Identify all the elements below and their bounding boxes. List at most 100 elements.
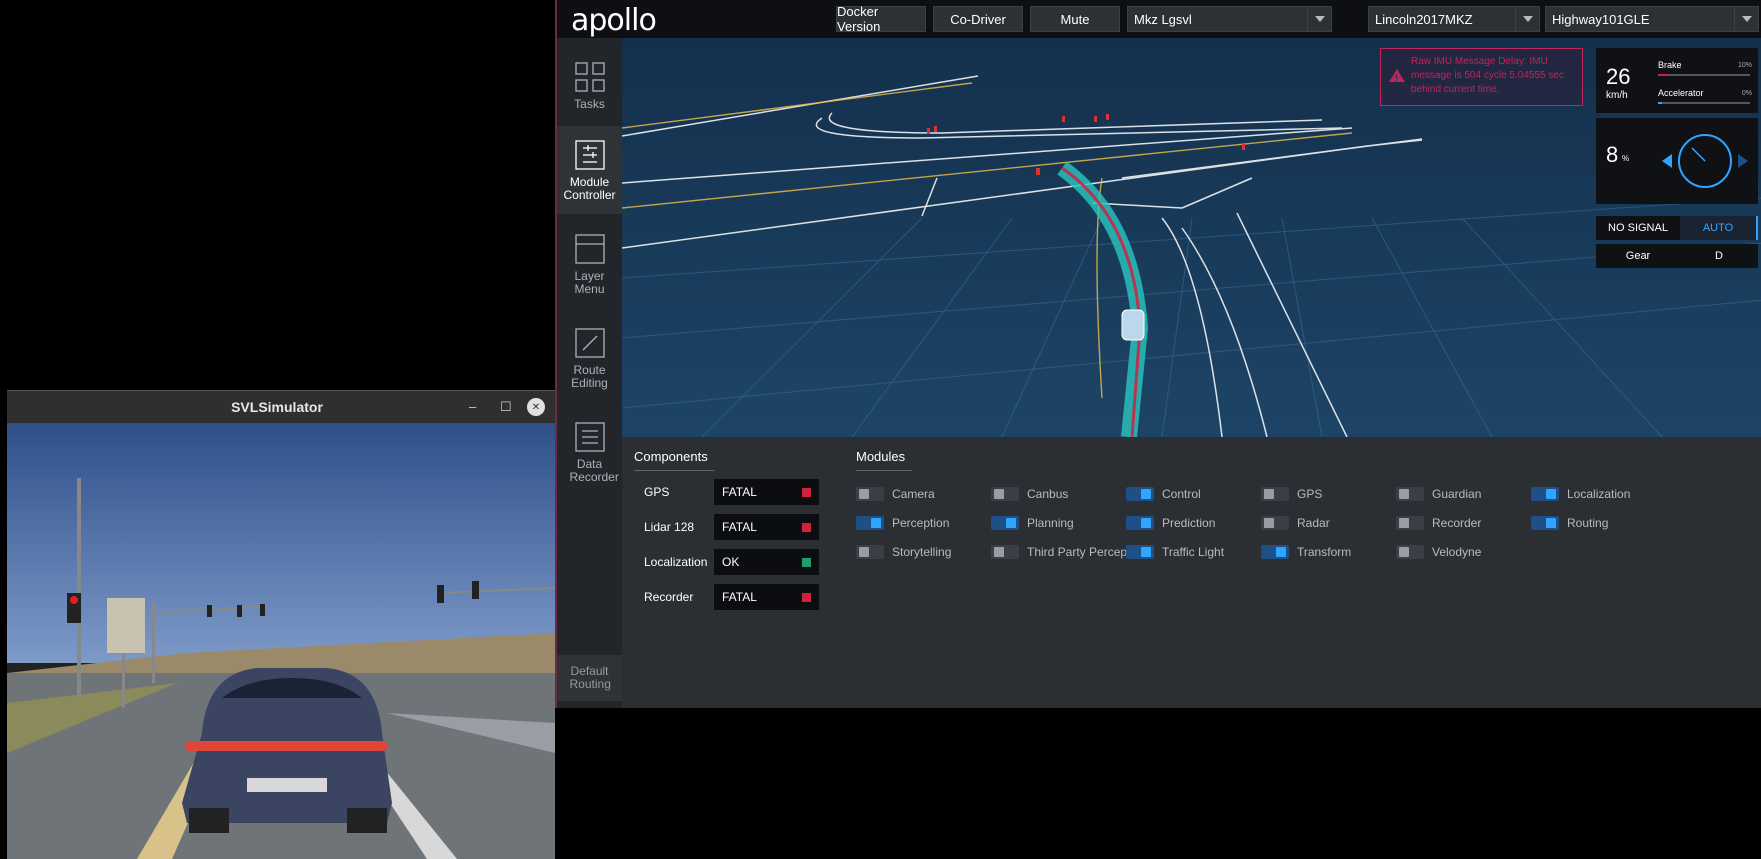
module-toggle-canbus[interactable]: Canbus [991, 485, 1068, 503]
toggle-switch[interactable] [1396, 516, 1424, 530]
default-routing-button[interactable]: Default Routing [557, 655, 622, 701]
map-select[interactable]: Highway101GLE [1545, 6, 1759, 32]
module-toggle-transform[interactable]: Transform [1261, 543, 1351, 561]
toggle-switch[interactable] [1396, 545, 1424, 559]
sidebar: Tasks Module Controller Layer Menu Route… [557, 38, 622, 708]
module-label: Control [1162, 487, 1201, 501]
ego-vehicle [1121, 309, 1145, 341]
sidebar-item-data-recorder[interactable]: Data Recorder [557, 408, 622, 496]
3d-scene-view[interactable]: Raw IMU Message Delay: IMU message is 50… [622, 38, 1761, 437]
status-indicator [802, 558, 811, 567]
module-toggle-guardian[interactable]: Guardian [1396, 485, 1481, 503]
toggle-switch[interactable] [856, 516, 884, 530]
module-toggle-perception[interactable]: Perception [856, 514, 949, 532]
sidebar-item-tasks[interactable]: Tasks [557, 48, 622, 136]
component-status-text: FATAL [722, 485, 757, 499]
toggle-switch[interactable] [991, 487, 1019, 501]
module-controller-panel: Components GPS FATAL Lidar 128 FATAL Loc… [622, 437, 1761, 708]
chevron-down-icon [1734, 7, 1758, 31]
svl-title-bar[interactable]: SVLSimulator – ☐ ✕ [7, 390, 555, 423]
component-status-text: FATAL [722, 590, 757, 604]
component-status: FATAL [714, 479, 819, 505]
close-icon[interactable]: ✕ [527, 398, 545, 416]
minimize-icon[interactable]: – [469, 399, 476, 414]
sidebar-item-label: Data Recorder [569, 457, 619, 484]
toggle-switch[interactable] [856, 545, 884, 559]
module-label: GPS [1297, 487, 1323, 501]
status-indicator [802, 488, 811, 497]
toggle-switch[interactable] [991, 516, 1019, 530]
module-label: Traffic Light [1162, 545, 1225, 559]
vehicle-select-value: Lincoln2017MKZ [1375, 11, 1473, 27]
route-icon [574, 328, 605, 358]
toggle-switch[interactable] [1126, 545, 1154, 559]
component-name: Localization [644, 555, 708, 569]
module-label: Camera [892, 487, 935, 501]
module-toggle-recorder[interactable]: Recorder [1396, 514, 1481, 532]
map-select-value: Highway101GLE [1552, 11, 1650, 27]
module-toggle-velodyne[interactable]: Velodyne [1396, 543, 1481, 561]
module-toggle-third-party-perception[interactable]: Third Party Perception [991, 543, 1146, 561]
mode-select-value: Mkz Lgsvl [1134, 11, 1192, 27]
scene-render [622, 38, 1761, 437]
steering-wheel-icon [1662, 134, 1748, 188]
module-label: Guardian [1432, 487, 1482, 501]
toggle-switch[interactable] [1126, 516, 1154, 530]
module-label: Prediction [1162, 516, 1216, 530]
sidebar-item-module-controller[interactable]: Module Controller [557, 126, 622, 214]
module-toggle-gps[interactable]: GPS [1261, 485, 1322, 503]
sidebar-item-route-editing[interactable]: Route Editing [557, 314, 622, 402]
toggle-switch[interactable] [991, 545, 1019, 559]
toggle-switch[interactable] [1531, 516, 1559, 530]
gear-value: D [1715, 250, 1723, 262]
dreamview-window: apollo Docker Version Co-Driver Mute Mkz… [555, 0, 1761, 708]
maximize-icon[interactable]: ☐ [500, 399, 512, 415]
mode-select[interactable]: Mkz Lgsvl [1127, 6, 1332, 32]
toggle-switch[interactable] [856, 487, 884, 501]
module-toggle-storytelling[interactable]: Storytelling [856, 543, 951, 561]
sidebar-item-layer-menu[interactable]: Layer Menu [557, 220, 622, 308]
top-header: apollo Docker Version Co-Driver Mute Mkz… [557, 0, 1761, 38]
toggle-switch[interactable] [1531, 487, 1559, 501]
module-toggle-control[interactable]: Control [1126, 485, 1201, 503]
chevron-down-icon [1307, 7, 1331, 31]
module-label: Velodyne [1432, 545, 1482, 559]
toggle-switch[interactable] [1261, 487, 1289, 501]
component-status: FATAL [714, 514, 819, 540]
toggle-switch[interactable] [1261, 516, 1289, 530]
accelerator-value: 0% [1741, 90, 1752, 97]
simulator-camera-view[interactable] [7, 423, 555, 859]
alert-text: Raw IMU Message Delay: IMU message is 50… [1411, 56, 1564, 95]
warning-icon [1389, 69, 1405, 85]
co-driver-button[interactable]: Co-Driver [933, 6, 1023, 32]
mute-button[interactable]: Mute [1030, 6, 1120, 32]
module-label: Radar [1297, 516, 1330, 530]
component-status: OK [714, 549, 819, 575]
docker-version-button[interactable]: Docker Version [836, 4, 926, 34]
toggle-switch[interactable] [1396, 487, 1424, 501]
module-label: Routing [1567, 516, 1609, 530]
module-toggle-radar[interactable]: Radar [1261, 514, 1330, 532]
vehicle-select[interactable]: Lincoln2017MKZ [1368, 6, 1540, 32]
toggle-switch[interactable] [1261, 545, 1289, 559]
svl-simulator-window: SVLSimulator – ☐ ✕ [7, 390, 555, 859]
sidebar-item-label: Tasks [574, 97, 605, 111]
steering-unit: % [1622, 154, 1630, 163]
speed-value: 26 [1606, 64, 1631, 89]
component-status: FATAL [714, 584, 819, 610]
module-toggle-routing[interactable]: Routing [1531, 514, 1608, 532]
module-toggle-camera[interactable]: Camera [856, 485, 935, 503]
drive-mode-badge: AUTO [1680, 216, 1758, 240]
simulator-render [7, 423, 555, 859]
signal-panel: NO SIGNAL AUTO [1596, 216, 1758, 240]
module-toggle-traffic-light[interactable]: Traffic Light [1126, 543, 1224, 561]
components-title: Components [634, 449, 714, 471]
module-toggle-prediction[interactable]: Prediction [1126, 514, 1215, 532]
toggle-switch[interactable] [1126, 487, 1154, 501]
module-toggle-localization[interactable]: Localization [1531, 485, 1630, 503]
module-label: Canbus [1027, 487, 1069, 501]
module-toggle-planning[interactable]: Planning [991, 514, 1074, 532]
module-label: Planning [1027, 516, 1074, 530]
status-indicator [802, 523, 811, 532]
apollo-logo: apollo [571, 3, 657, 38]
